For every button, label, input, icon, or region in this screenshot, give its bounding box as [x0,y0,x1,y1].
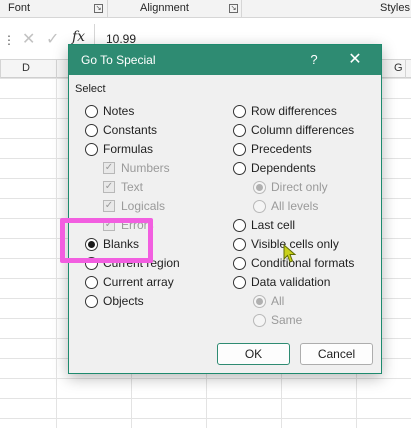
highlight-box [60,218,153,263]
checkbox-numbers: ✓ [103,162,115,174]
option-label: Direct only [271,180,328,194]
ribbon: Font ↘ Alignment ↘ Styles [0,0,411,18]
radio-constants[interactable] [85,123,98,137]
option-current-array[interactable]: Current array [85,274,174,290]
option-last-cell[interactable]: Last cell [233,217,295,233]
more-options-icon[interactable]: ⋮ [3,33,15,47]
radio-current-array[interactable] [85,275,98,289]
radio-column-differences[interactable] [233,123,246,137]
option-objects[interactable]: Objects [85,293,144,309]
option-label: Objects [103,294,144,308]
option-label: Current array [103,275,174,289]
option-label: Text [121,180,144,194]
ok-button[interactable]: OK [217,343,290,365]
option-direct-only: Direct only [253,179,328,195]
option-dependents[interactable]: Dependents [233,160,316,176]
option-label: All [271,294,285,308]
option-label: All levels [271,199,319,213]
radio-notes[interactable] [85,104,98,118]
alignment-dialog-launcher-icon[interactable]: ↘ [229,4,238,13]
radio-precedents[interactable] [233,142,246,156]
option-label: Numbers [121,161,170,175]
enter-entry-icon[interactable]: ✓ [46,29,59,49]
checkbox-logicals: ✓ [103,200,115,212]
styles-group-label: Styles [380,2,410,14]
column-separator [0,60,1,78]
column-separator [405,60,406,78]
option-precedents[interactable]: Precedents [233,141,312,157]
dialog-titlebar[interactable]: Go To Special ? ✕ [69,45,381,75]
option-text: ✓ Text [103,179,143,195]
radio-visible-cells-only[interactable] [233,237,246,251]
option-data-validation[interactable]: Data validation [233,274,330,290]
radio-conditional-formats[interactable] [233,256,246,270]
option-label: Formulas [103,142,154,156]
option-all-levels: All levels [253,198,318,214]
option-label: Row differences [251,104,337,118]
option-logicals: ✓ Logicals [103,198,165,214]
option-label: Dependents [251,161,316,175]
option-label: Last cell [251,218,296,232]
alignment-group-label: Alignment [140,2,189,14]
insert-function-icon[interactable]: fx [72,29,85,45]
option-same: Same [253,312,302,328]
option-row-differences[interactable]: Row differences [233,103,337,119]
radio-objects[interactable] [85,294,98,308]
select-group-label: Select [75,83,106,95]
cancel-entry-icon[interactable]: ✕ [22,29,35,49]
ribbon-separator [241,0,242,18]
column-header-g[interactable]: G [394,62,403,74]
radio-row-differences[interactable] [233,104,246,118]
radio-dependents[interactable] [233,161,246,175]
font-group-label: Font [8,2,31,14]
option-constants[interactable]: Constants [85,122,157,138]
radio-last-cell[interactable] [233,218,246,232]
option-numbers: ✓ Numbers [103,160,170,176]
ribbon-separator [107,0,108,18]
option-label: Column differences [251,123,355,137]
mouse-cursor-icon [283,244,297,263]
option-label: Notes [103,104,135,118]
dialog-title: Go To Special [81,53,156,67]
close-button[interactable]: ✕ [344,49,366,71]
column-separator [56,60,57,78]
font-dialog-launcher-icon[interactable]: ↘ [94,4,103,13]
help-button[interactable]: ? [304,50,324,70]
column-header-d[interactable]: D [22,62,30,74]
radio-all-levels [253,199,266,213]
option-label: Precedents [251,142,312,156]
radio-same [253,313,266,327]
option-label: Data validation [251,275,331,289]
radio-direct-only [253,180,266,194]
option-column-differences[interactable]: Column differences [233,122,354,138]
radio-data-validation[interactable] [233,275,246,289]
option-notes[interactable]: Notes [85,103,134,119]
option-formulas[interactable]: Formulas [85,141,153,157]
checkbox-text: ✓ [103,181,115,193]
option-label: Logicals [121,199,166,213]
radio-formulas[interactable] [85,142,98,156]
radio-all [253,294,266,308]
option-label: Same [271,313,303,327]
go-to-special-dialog: Go To Special ? ✕ Select Notes Constants… [68,44,382,374]
option-label: Conditional formats [251,256,355,270]
option-label: Constants [103,123,158,137]
cancel-button[interactable]: Cancel [300,343,373,365]
option-all: All [253,293,284,309]
